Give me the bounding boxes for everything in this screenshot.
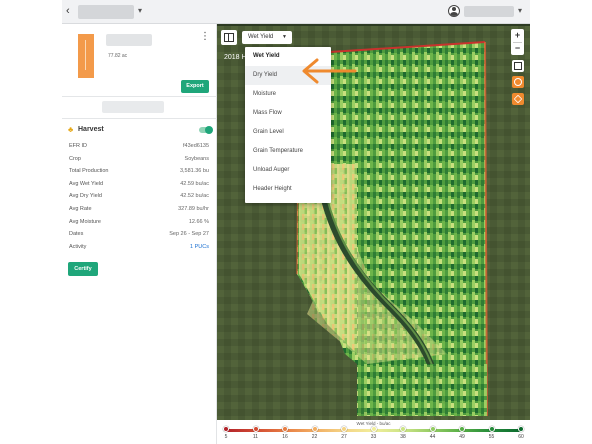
certify-button[interactable]: Certify	[68, 262, 98, 276]
sidebar-toggle-icon	[224, 33, 234, 42]
stat-label: EFR ID	[69, 143, 88, 149]
legend-tick-label: 60	[518, 434, 524, 440]
legend-tick-label: 5	[224, 434, 228, 440]
legend-tick-label: 49	[459, 434, 465, 440]
harvest-stats: EFR ID f43ed6135 Crop Soybeans Total Produ…	[69, 140, 209, 253]
field-selector[interactable]	[78, 5, 134, 19]
layer-option[interactable]: Unload Auger	[245, 161, 331, 180]
stat-row: EFR ID f43ed6135	[69, 140, 209, 153]
legend-tick-label: 55	[488, 434, 495, 440]
divider	[62, 96, 217, 97]
fit-bounds-button[interactable]	[512, 60, 524, 72]
stat-label: Avg Wet Yield	[69, 180, 104, 187]
legend-tick-label: 44	[429, 434, 436, 440]
legend-tick-dot	[223, 426, 229, 432]
stat-row: Crop Soybeans	[69, 153, 209, 166]
stat-label: Dates	[69, 231, 84, 238]
top-bar: ‹ ▾ ▾	[62, 0, 530, 24]
stat-row: Avg Dry Yield 42.52 bu/ac	[69, 190, 209, 203]
stat-value: 327.89 bu/hr	[178, 205, 209, 212]
field-name	[106, 34, 152, 46]
legend-tick-dot	[311, 426, 318, 432]
layers-icon	[513, 94, 523, 104]
legend-tick-dot	[400, 426, 406, 432]
zoom-in-button[interactable]: +	[511, 29, 524, 42]
legend-tick-dot	[459, 426, 465, 432]
stat-value: 42.52 bu/ac	[180, 193, 209, 200]
layer-option[interactable]: Header Height	[245, 180, 331, 199]
sidebar: 77.82 ac ⋮ Export ♣ Harvest EFR ID f43ed6…	[62, 24, 217, 444]
field-acres: 77.82 ac	[108, 53, 128, 59]
arrow-icon	[302, 58, 357, 84]
location-button[interactable]	[512, 76, 524, 88]
legend-tick-label: 11	[252, 434, 259, 440]
stat-row: Avg Rate 327.89 bu/hr	[69, 203, 209, 216]
stat-row: Avg Wet Yield 42.59 bu/ac	[69, 178, 209, 191]
layer-option[interactable]: Mass Flow	[245, 104, 331, 123]
layer-select[interactable]: Wet Yield ▼	[242, 31, 292, 44]
layers-button[interactable]	[512, 93, 524, 105]
stat-label: Activity	[69, 243, 87, 250]
caret-down-icon: ▼	[282, 34, 287, 40]
stat-row: Dates Sep 26 - Sep 27	[69, 228, 209, 241]
yield-map[interactable]: Wet Yield ▼ 2018 H Wet Yield Dry Yield M…	[217, 24, 530, 420]
stat-row: Activity 1 PUCs	[69, 241, 209, 254]
harvest-label: Harvest	[78, 126, 104, 133]
legend-tick-dot	[370, 426, 377, 432]
zoom-out-button[interactable]: −	[511, 42, 524, 55]
user-chevron-down-icon[interactable]: ▾	[518, 6, 522, 15]
export-button[interactable]: Export	[181, 80, 209, 93]
layer-select-value: Wet Yield	[248, 34, 274, 40]
stat-row: Avg Moisture 12.66 %	[69, 216, 209, 229]
legend-tick-label: 16	[282, 434, 288, 440]
stat-row: Total Production 3,581.36 bu	[69, 165, 209, 178]
legend-tick-label: 33	[370, 434, 377, 440]
stat-value: 3,581.36 bu	[179, 168, 209, 175]
user-avatar-icon[interactable]	[448, 5, 460, 17]
stat-label: Avg Dry Yield	[69, 193, 102, 200]
stat-value: f43ed6135	[183, 143, 209, 149]
stat-value: Soybeans	[184, 155, 209, 162]
stat-label: Total Production	[69, 168, 109, 175]
stat-label: Crop	[69, 155, 81, 162]
legend-tick-dot	[252, 426, 259, 432]
legend-tick-dot	[282, 426, 288, 432]
legend-tick-dot	[341, 426, 347, 432]
legend-tick-dot	[518, 426, 524, 432]
stat-value: 12.66 %	[188, 218, 209, 225]
stat-value: 42.59 bu/ac	[180, 180, 209, 187]
user-menu[interactable]	[464, 6, 514, 17]
activity-link[interactable]: 1 PUCs	[190, 241, 209, 254]
wheat-icon: ♣	[68, 125, 74, 134]
field-thumbnail	[78, 34, 94, 78]
back-chevron-icon[interactable]: ‹	[66, 5, 70, 17]
harvest-toggle[interactable]	[199, 126, 213, 134]
divider	[62, 118, 217, 119]
chevron-down-icon[interactable]: ▾	[138, 6, 142, 15]
globe-icon	[514, 78, 522, 86]
legend-tick-label: 27	[341, 434, 347, 440]
zoom-control: + −	[511, 29, 524, 55]
legend-tick-label: 38	[400, 434, 406, 440]
stat-value: Sep 26 - Sep 27	[169, 231, 209, 238]
panel-toggle-button[interactable]	[221, 30, 237, 45]
stat-label: Avg Moisture	[69, 218, 101, 225]
legend-tick-dot	[488, 426, 495, 432]
map-title: 2018 H	[224, 54, 247, 61]
stat-label: Avg Rate	[69, 205, 92, 212]
app-frame: ‹ ▾ ▾ 77.82 ac ⋮ Export ♣ Harvest EFR ID…	[62, 0, 530, 444]
yield-legend: Wet Yield - bu/ac 5 11 16 22 27 33 38 44 49 55 60	[217, 420, 530, 444]
layer-option[interactable]: Grain Temperature	[245, 142, 331, 161]
legend-tick-label: 22	[311, 434, 318, 440]
field-subtitle	[102, 101, 164, 113]
legend-tick-dot	[429, 426, 436, 432]
layer-option[interactable]: Grain Level	[245, 123, 331, 142]
expand-icon	[514, 62, 522, 70]
more-options-icon[interactable]: ⋮	[200, 31, 210, 42]
